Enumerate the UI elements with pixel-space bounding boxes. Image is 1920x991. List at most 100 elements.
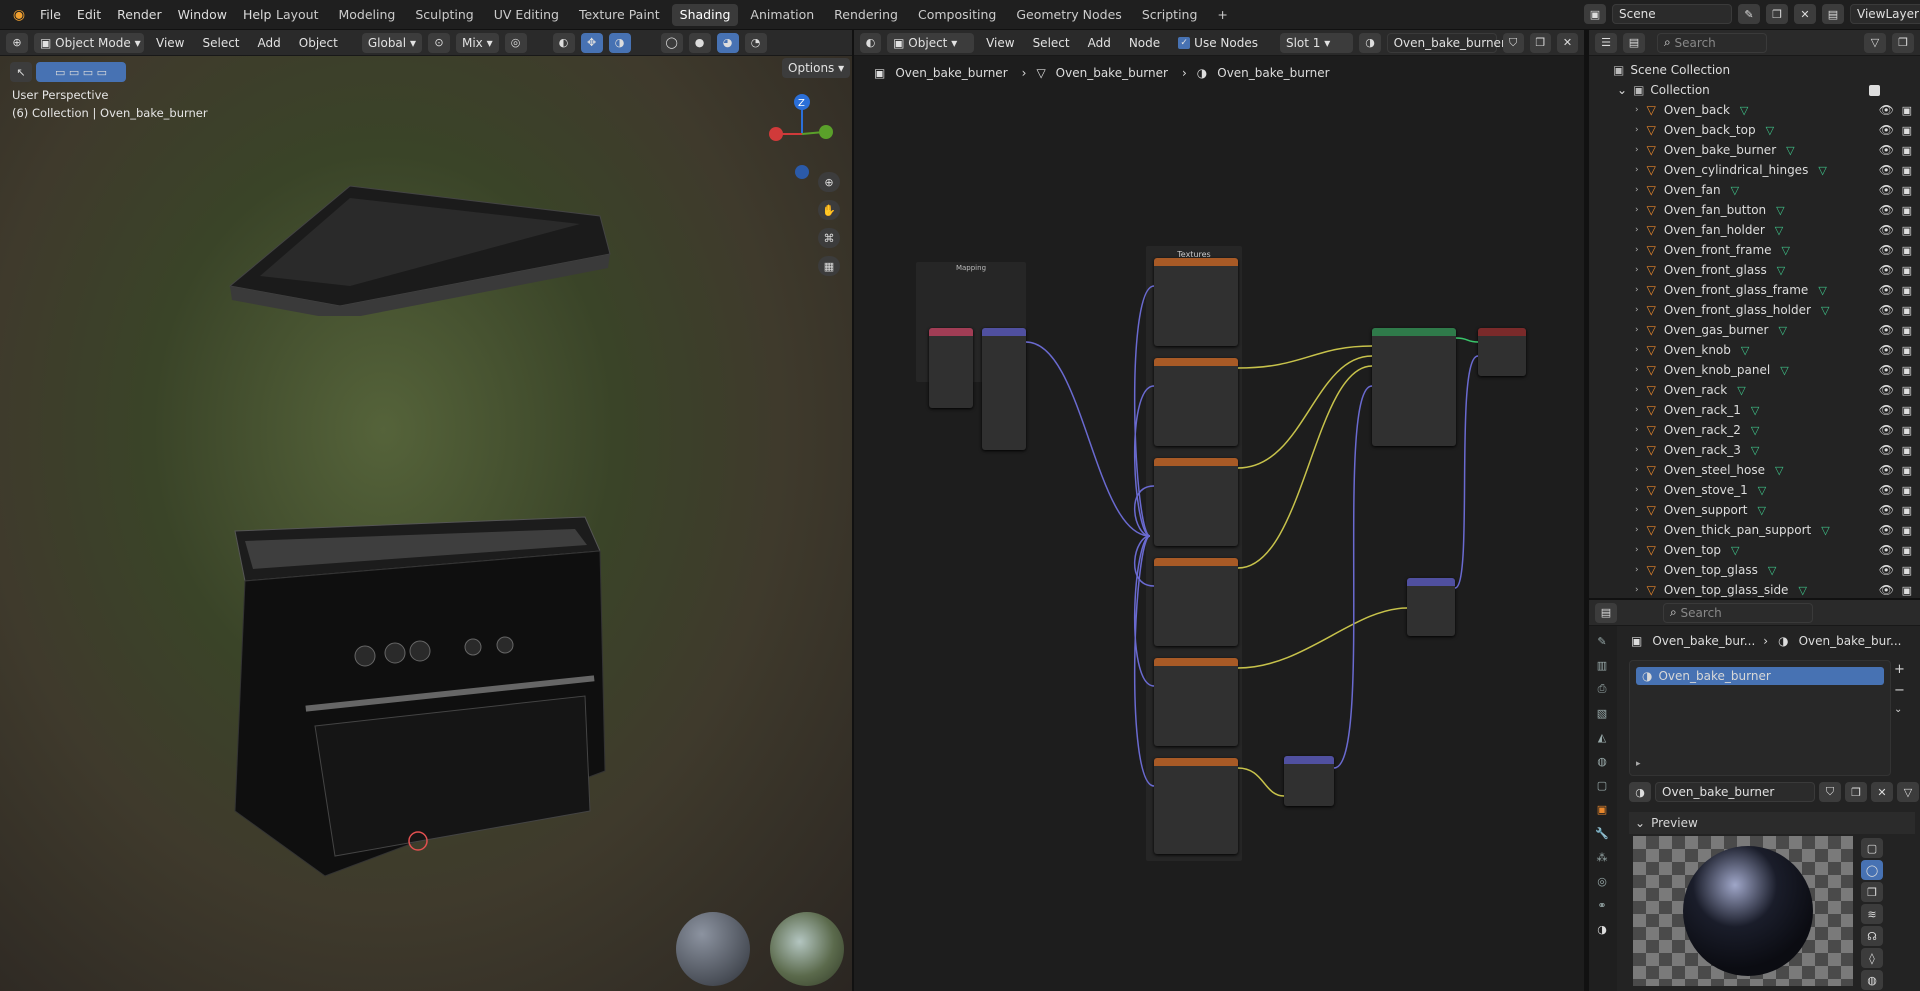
menu-select[interactable]: Select [196,33,245,53]
visibility-icon[interactable]: ◐ [552,32,575,53]
eye-icon[interactable]: 👁 [1879,243,1894,257]
chevron-right-icon[interactable]: › [1635,265,1639,275]
monkey-preview-icon[interactable]: ☊ [1861,926,1883,946]
tab-texture-paint[interactable]: Texture Paint [571,4,668,26]
modifier-tab-icon[interactable]: 🔧 [1593,824,1611,842]
oven-object[interactable] [225,511,625,891]
node-editor[interactable]: ▣ Oven_bake_burner › ▽ Oven_bake_burner › ◑ O… [854,56,1584,991]
add-workspace-button[interactable]: + [1209,4,1235,26]
eye-icon[interactable]: 👁 [1879,363,1894,377]
mesh-data-icon[interactable]: ▽ [1731,184,1739,197]
eye-icon[interactable]: 👁 [1879,283,1894,297]
gizmo-icon[interactable]: ✥ [580,32,603,53]
chevron-right-icon[interactable]: › [1635,105,1639,115]
copy-icon[interactable]: ❐ [1766,4,1788,24]
outliner-item[interactable]: › ▽ Oven_cylindrical_hinges ▽ 👁 ▣ [1589,160,1920,180]
collection-tab-icon[interactable]: ▢ [1593,776,1611,794]
material-shading-icon[interactable]: ◕ [716,32,739,53]
camera-icon[interactable]: ▣ [1902,444,1912,457]
menu-edit[interactable]: Edit [69,4,109,26]
chevron-right-icon[interactable]: › [1635,225,1639,235]
outliner-item[interactable]: › ▽ Oven_front_glass_holder ▽ 👁 ▣ [1589,300,1920,320]
properties-search-input[interactable]: ⌕ Search [1663,602,1813,623]
rendered-shading-icon[interactable]: ◔ [744,32,767,53]
camera-icon[interactable]: ⌘ [818,228,840,248]
chevron-right-icon[interactable]: › [1635,145,1639,155]
pin-icon[interactable]: ✎ [1738,4,1760,24]
chevron-right-icon[interactable]: › [1635,425,1639,435]
render-tab-icon[interactable]: ▥ [1593,656,1611,674]
outliner-item[interactable]: › ▽ Oven_front_glass_frame ▽ 👁 ▣ [1589,280,1920,300]
camera-icon[interactable]: ▣ [1902,244,1912,257]
material-name-field[interactable]: Oven_bake_burner [1386,32,1506,53]
select-box-icon[interactable]: ▭ ▭ ▭ ▭ [36,62,126,82]
eye-icon[interactable]: 👁 [1879,403,1894,417]
camera-icon[interactable]: ▣ [1902,424,1912,437]
eye-icon[interactable]: 👁 [1879,383,1894,397]
camera-icon[interactable]: ▣ [1902,524,1912,537]
outliner-item[interactable]: › ▽ Oven_back_top ▽ 👁 ▣ [1589,120,1920,140]
outliner-editor-icon[interactable]: ☰ [1595,32,1617,53]
chevron-right-icon[interactable]: › [1635,465,1639,475]
sphere-preview-icon[interactable]: ◯ [1861,860,1883,880]
mesh-data-icon[interactable]: ▽ [1798,584,1806,597]
camera-icon[interactable]: ▣ [1902,164,1912,177]
scene-collection-row[interactable]: ▣ Scene Collection [1589,60,1920,80]
chevron-right-icon[interactable]: › [1635,445,1639,455]
outliner-item[interactable]: › ▽ Oven_thick_pan_support ▽ 👁 ▣ [1589,520,1920,540]
cube-preview-icon[interactable]: ❐ [1861,882,1883,902]
tab-sculpting[interactable]: Sculpting [407,4,481,26]
3d-viewport[interactable]: ↖ ▭ ▭ ▭ ▭ Options ▾ User Perspective (6)… [0,56,852,991]
outliner-item[interactable]: › ▽ Oven_rack_3 ▽ 👁 ▣ [1589,440,1920,460]
mesh-data-icon[interactable]: ▽ [1775,224,1783,237]
camera-icon[interactable]: ▣ [1902,264,1912,277]
eye-icon[interactable]: 👁 [1879,523,1894,537]
menu-add[interactable]: Add [1082,33,1117,53]
outliner-item[interactable]: › ▽ Oven_rack ▽ 👁 ▣ [1589,380,1920,400]
menu-select[interactable]: Select [1027,33,1076,53]
eye-icon[interactable]: 👁 [1879,203,1894,217]
options-button[interactable]: Options ▾ [782,58,851,78]
eye-icon[interactable]: 👁 [1879,483,1894,497]
preview-panel-header[interactable]: ⌄ Preview [1629,812,1915,834]
chevron-right-icon[interactable]: › [1635,505,1639,515]
collection-row[interactable]: ⌄ ▣ Collection [1589,80,1920,100]
mesh-data-icon[interactable]: ▽ [1737,384,1745,397]
shader-type-dropdown[interactable]: ▣ Object ▾ [887,32,975,53]
fake-user-icon[interactable]: ⛉ [1819,782,1841,802]
camera-icon[interactable]: ▣ [1902,284,1912,297]
select-tool-icon[interactable]: ↖ [10,62,32,82]
slot-dropdown[interactable]: Slot 1 ▾ [1279,32,1354,53]
outliner-search-input[interactable]: ⌕ Search [1657,32,1767,53]
chevron-right-icon[interactable]: › [1635,305,1639,315]
camera-icon[interactable]: ▣ [1902,184,1912,197]
grid-icon[interactable]: ▦ [818,256,840,276]
camera-icon[interactable]: ▣ [1902,364,1912,377]
mesh-data-icon[interactable]: ▽ [1777,264,1785,277]
unlink-material-icon[interactable]: ✕ [1556,32,1579,53]
tab-scripting[interactable]: Scripting [1134,4,1206,26]
outliner-item[interactable]: › ▽ Oven_fan_holder ▽ 👁 ▣ [1589,220,1920,240]
mesh-data-icon[interactable]: ▽ [1818,164,1826,177]
eye-icon[interactable]: 👁 [1879,563,1894,577]
outliner-item[interactable]: › ▽ Oven_bake_burner ▽ 👁 ▣ [1589,140,1920,160]
new-collection-icon[interactable]: ❐ [1892,32,1914,53]
chevron-right-icon[interactable]: › [1635,545,1639,555]
eye-icon[interactable]: 👁 [1879,263,1894,277]
chevron-right-icon[interactable]: › [1635,365,1639,375]
eye-icon[interactable]: 👁 [1879,423,1894,437]
outliner-item[interactable]: › ▽ Oven_gas_burner ▽ 👁 ▣ [1589,320,1920,340]
tab-geometry-nodes[interactable]: Geometry Nodes [1008,4,1129,26]
hdri-sphere[interactable] [770,912,844,986]
chevron-right-icon[interactable]: › [1635,525,1639,535]
menu-view[interactable]: View [150,33,190,53]
mesh-data-icon[interactable]: ▽ [1780,364,1788,377]
physics-tab-icon[interactable]: ◎ [1593,872,1611,890]
outliner-item[interactable]: › ▽ Oven_steel_hose ▽ 👁 ▣ [1589,460,1920,480]
scene-icon[interactable]: ▣ [1584,4,1606,24]
eye-icon[interactable]: 👁 [1879,123,1894,137]
pivot-icon[interactable]: ⊙ [427,32,450,53]
camera-icon[interactable]: ▣ [1902,324,1912,337]
hair-preview-icon[interactable]: ≋ [1861,904,1883,924]
eye-icon[interactable]: 👁 [1879,343,1894,357]
